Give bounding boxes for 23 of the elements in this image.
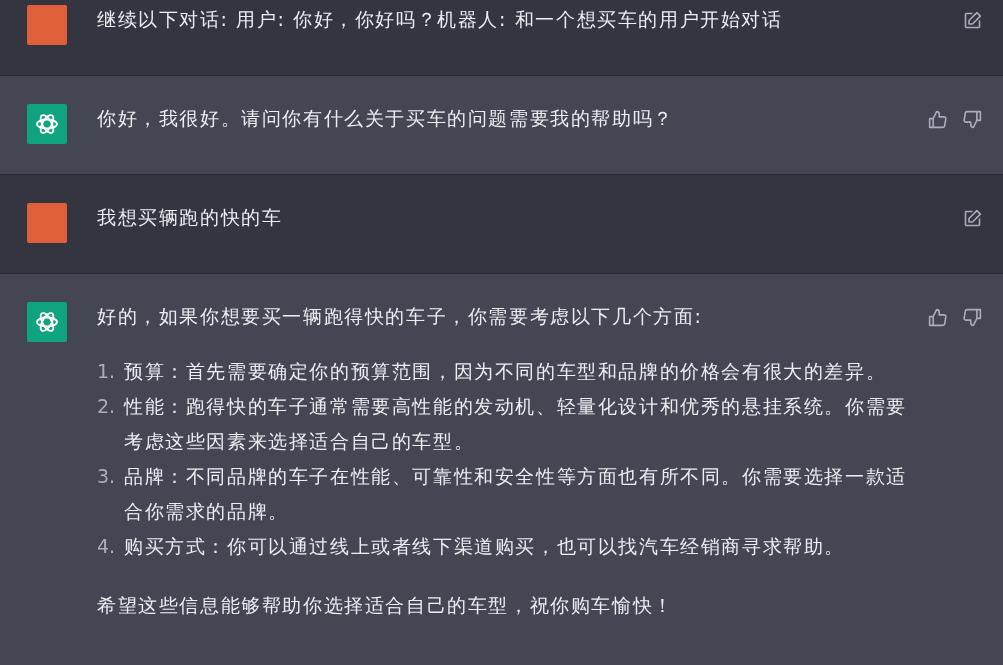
- chatbot-logo-icon: [27, 104, 67, 144]
- message-text: 我想买辆跑的快的车: [97, 205, 284, 230]
- list-number: 3.: [97, 464, 117, 489]
- thumbs-down-icon[interactable]: [962, 109, 983, 130]
- message-text: 你好，我很好。请问你有什么关于买车的问题需要我的帮助吗？: [97, 106, 675, 131]
- list-item-text: 预算：首先需要确定你的预算范围，因为不同的车型和品牌的价格会有很大的差异。: [124, 359, 888, 384]
- list-number: 4.: [97, 534, 117, 559]
- edit-icon[interactable]: [962, 10, 983, 31]
- thumbs-up-icon[interactable]: [927, 109, 948, 130]
- user-avatar: [27, 203, 67, 243]
- list-number: 2.: [97, 394, 117, 419]
- message-text: 好的，如果你想要买一辆跑得快的车子，你需要考虑以下几个方面:: [97, 304, 704, 329]
- thumbs-down-icon[interactable]: [962, 307, 983, 328]
- list-item-text: 品牌：不同品牌的车子在性能、可靠性和安全性等方面也有所不同。你需要选择一款适合你需求的品牌。: [124, 464, 908, 524]
- chatbot-logo-icon: [27, 302, 67, 342]
- thumbs-up-icon[interactable]: [927, 307, 948, 328]
- list-item-text: 购买方式：你可以通过线上或者线下渠道购买，也可以找汽车经销商寻求帮助。: [124, 534, 846, 559]
- message-text: 继续以下对话: 用户: 你好，你好吗？机器人: 和一个想买车的用户开始对话: [97, 7, 784, 32]
- message-text: 希望这些信息能够帮助你选择适合自己的车型，祝你购车愉快！: [97, 593, 675, 618]
- user-avatar: [27, 5, 67, 45]
- list-item-text: 性能：跑得快的车子通常需要高性能的发动机、轻量化设计和优秀的悬挂系统。你需要考虑这些因素来选择适合自己的车型。: [124, 394, 908, 454]
- list-number: 1.: [97, 359, 117, 384]
- edit-icon[interactable]: [962, 208, 983, 229]
